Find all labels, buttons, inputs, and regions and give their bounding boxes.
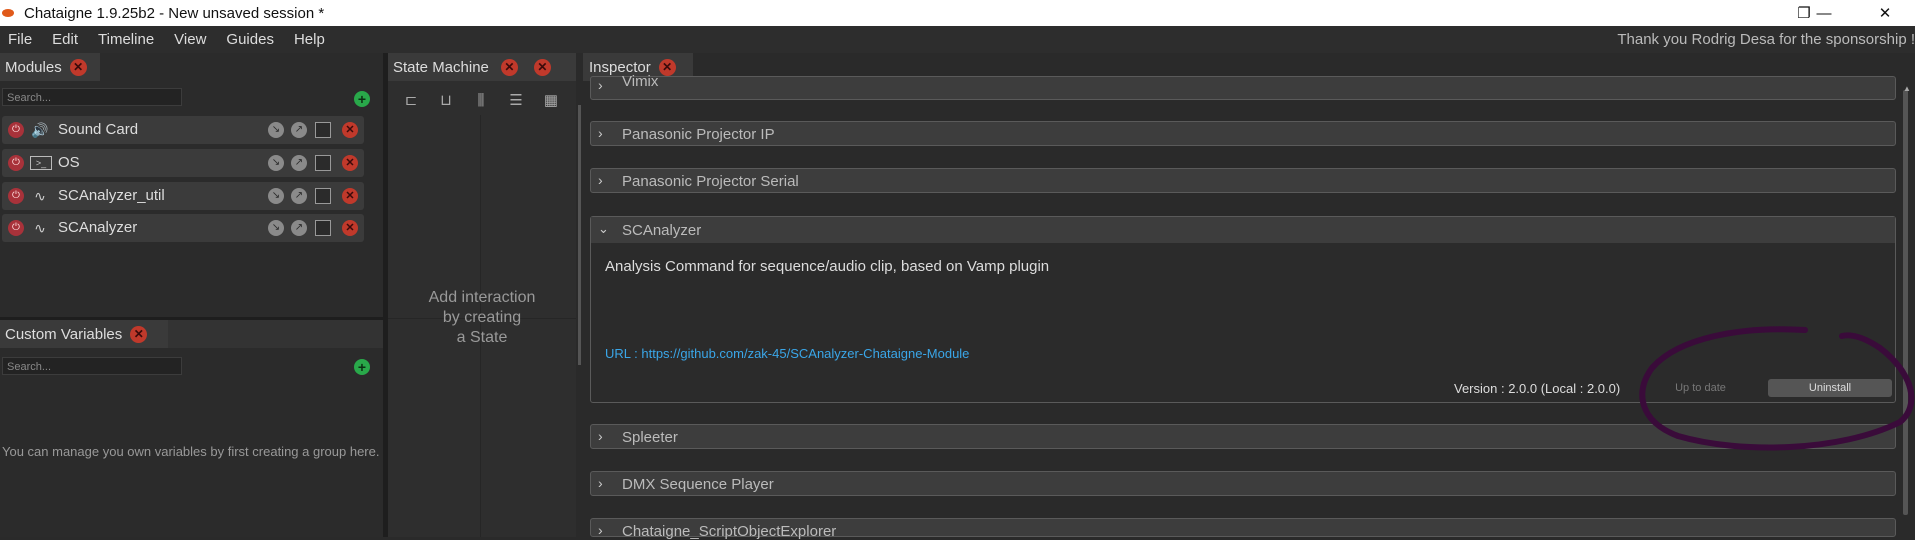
- modules-search-input[interactable]: Search...: [2, 88, 182, 106]
- module-url-line[interactable]: URL : https://github.com/zak-45/SCAnalyz…: [605, 346, 969, 361]
- close-state-machine-secondary-icon[interactable]: ✕: [533, 58, 551, 76]
- row-label: DMX Sequence Player: [622, 476, 774, 493]
- add-module-icon[interactable]: +: [354, 91, 370, 107]
- close-state-machine-icon[interactable]: ✕: [500, 58, 518, 76]
- remove-module-icon[interactable]: ✕: [342, 220, 358, 236]
- module-checkbox[interactable]: [315, 122, 331, 138]
- close-window-button[interactable]: ✕: [1862, 0, 1908, 26]
- menu-bar: File Edit Timeline View Guides Help Than…: [0, 26, 1915, 53]
- scroll-up-icon[interactable]: ▲: [1903, 84, 1911, 93]
- arrow-out-icon[interactable]: ↗: [291, 220, 307, 236]
- module-row-scanalyzer[interactable]: ⏻ ∿ SCAnalyzer ↘ ↗ ✕: [2, 214, 364, 242]
- module-checkbox[interactable]: [315, 188, 331, 204]
- window-titlebar: Chataigne 1.9.25b2 - New unsaved session…: [0, 0, 1915, 26]
- close-inspector-icon[interactable]: ✕: [658, 58, 676, 76]
- module-name: SCAnalyzer: [58, 219, 138, 236]
- custom-variables-tab[interactable]: Custom Variables ✕: [0, 320, 168, 348]
- chevron-right-icon: ›: [598, 77, 603, 93]
- modules-tab-label: Modules: [5, 58, 62, 76]
- menu-edit[interactable]: Edit: [42, 31, 88, 48]
- chevron-down-icon: ⌄: [598, 221, 609, 236]
- menu-timeline[interactable]: Timeline: [88, 31, 164, 48]
- state-machine-scrollbar[interactable]: [578, 105, 581, 365]
- custom-variables-panel: [0, 320, 383, 537]
- version-text: Version : 2.0.0 (Local : 2.0.0): [1454, 381, 1621, 396]
- chevron-right-icon: ›: [598, 125, 603, 141]
- power-icon[interactable]: ⏻: [8, 220, 24, 236]
- menu-file[interactable]: File: [0, 31, 42, 48]
- state-machine-tab[interactable]: State Machine ✕ ✕: [388, 53, 576, 81]
- remove-module-icon[interactable]: ✕: [342, 155, 358, 171]
- expanded-title: SCAnalyzer: [622, 222, 702, 239]
- modules-tab[interactable]: Modules ✕: [0, 53, 100, 81]
- inspector-row-dmx-sequence-player[interactable]: › DMX Sequence Player: [590, 471, 1896, 496]
- module-name: OS: [58, 154, 80, 171]
- chevron-right-icon: ›: [598, 428, 603, 444]
- inspector-row-panasonic-ip[interactable]: › Panasonic Projector IP: [590, 121, 1896, 146]
- align-left-icon[interactable]: ⊏: [400, 90, 422, 112]
- distribute-vertical-icon[interactable]: ☰: [505, 90, 527, 112]
- app-icon: [2, 6, 16, 20]
- inspector-row-vimix[interactable]: › Vimix: [590, 73, 1896, 100]
- chevron-right-icon: ›: [598, 522, 603, 538]
- arrow-in-icon[interactable]: ↘: [268, 220, 284, 236]
- url-prefix: URL :: [605, 346, 642, 361]
- custom-variables-empty-message: You can manage you own variables by firs…: [2, 444, 380, 459]
- module-name: SCAnalyzer_util: [58, 187, 165, 204]
- module-checkbox[interactable]: [315, 220, 331, 236]
- custom-variables-tab-label: Custom Variables: [5, 325, 123, 343]
- module-checkbox[interactable]: [315, 155, 331, 171]
- menu-view[interactable]: View: [164, 31, 216, 48]
- sponsor-message: Thank you Rodrig Desa for the sponsorshi…: [1617, 31, 1915, 48]
- remove-module-icon[interactable]: ✕: [342, 188, 358, 204]
- module-row-scanalyzer-util[interactable]: ⏻ ∿ SCAnalyzer_util ↘ ↗ ✕: [2, 182, 364, 210]
- module-row-sound-card[interactable]: ⏻ 🔊 Sound Card ↘ ↗ ✕: [2, 116, 364, 144]
- waveform-icon: ∿: [34, 188, 46, 204]
- state-machine-tab-label: State Machine: [393, 58, 489, 76]
- inspector-row-panasonic-serial[interactable]: › Panasonic Projector Serial: [590, 168, 1896, 193]
- row-label: Chataigne_ScriptObjectExplorer: [622, 523, 837, 540]
- custom-variables-tab-strip: [168, 320, 383, 348]
- inspector-row-script-object-explorer[interactable]: › Chataigne_ScriptObjectExplorer: [590, 518, 1896, 540]
- custom-variables-search-input[interactable]: Search...: [2, 357, 182, 375]
- remove-module-icon[interactable]: ✕: [342, 122, 358, 138]
- distribute-horizontal-icon[interactable]: ⫼: [470, 90, 492, 112]
- align-bottom-icon[interactable]: ⊔: [435, 90, 457, 112]
- arrow-out-icon[interactable]: ↗: [291, 155, 307, 171]
- row-label: Panasonic Projector Serial: [622, 173, 799, 190]
- terminal-icon: >_: [30, 156, 52, 170]
- module-url-link[interactable]: https://github.com/zak-45/SCAnalyzer-Cha…: [641, 346, 969, 361]
- chevron-right-icon: ›: [598, 172, 603, 188]
- row-label: Panasonic Projector IP: [622, 126, 775, 143]
- module-row-os[interactable]: ⏻ >_ OS ↘ ↗ ✕: [2, 149, 364, 177]
- waveform-icon: ∿: [34, 220, 46, 236]
- arrow-in-icon[interactable]: ↘: [268, 188, 284, 204]
- arrow-in-icon[interactable]: ↘: [268, 122, 284, 138]
- close-custom-variables-icon[interactable]: ✕: [130, 325, 148, 343]
- speaker-icon: 🔊: [31, 122, 49, 138]
- power-icon[interactable]: ⏻: [8, 155, 24, 171]
- row-label: Spleeter: [622, 429, 678, 446]
- module-description: Analysis Command for sequence/audio clip…: [605, 258, 1050, 275]
- close-modules-icon[interactable]: ✕: [69, 58, 87, 76]
- window-title: Chataigne 1.9.25b2 - New unsaved session…: [24, 4, 325, 22]
- arrow-out-icon[interactable]: ↗: [291, 122, 307, 138]
- power-icon[interactable]: ⏻: [8, 122, 24, 138]
- hand-drawn-annotation: [1639, 326, 1915, 451]
- power-icon[interactable]: ⏻: [8, 188, 24, 204]
- menu-guides[interactable]: Guides: [216, 31, 284, 48]
- add-variable-group-icon[interactable]: +: [354, 359, 370, 375]
- row-label: Vimix: [622, 73, 659, 90]
- grid-icon[interactable]: ▦: [540, 90, 562, 112]
- state-machine-placeholder: Add interaction by creating a State: [428, 289, 536, 346]
- arrow-in-icon[interactable]: ↘: [268, 155, 284, 171]
- maximize-button[interactable]: ❐: [1781, 0, 1827, 26]
- chevron-right-icon: ›: [598, 475, 603, 491]
- menu-help[interactable]: Help: [284, 31, 335, 48]
- expanded-header[interactable]: ⌄ SCAnalyzer: [591, 217, 1895, 243]
- arrow-out-icon[interactable]: ↗: [291, 188, 307, 204]
- module-name: Sound Card: [58, 121, 139, 138]
